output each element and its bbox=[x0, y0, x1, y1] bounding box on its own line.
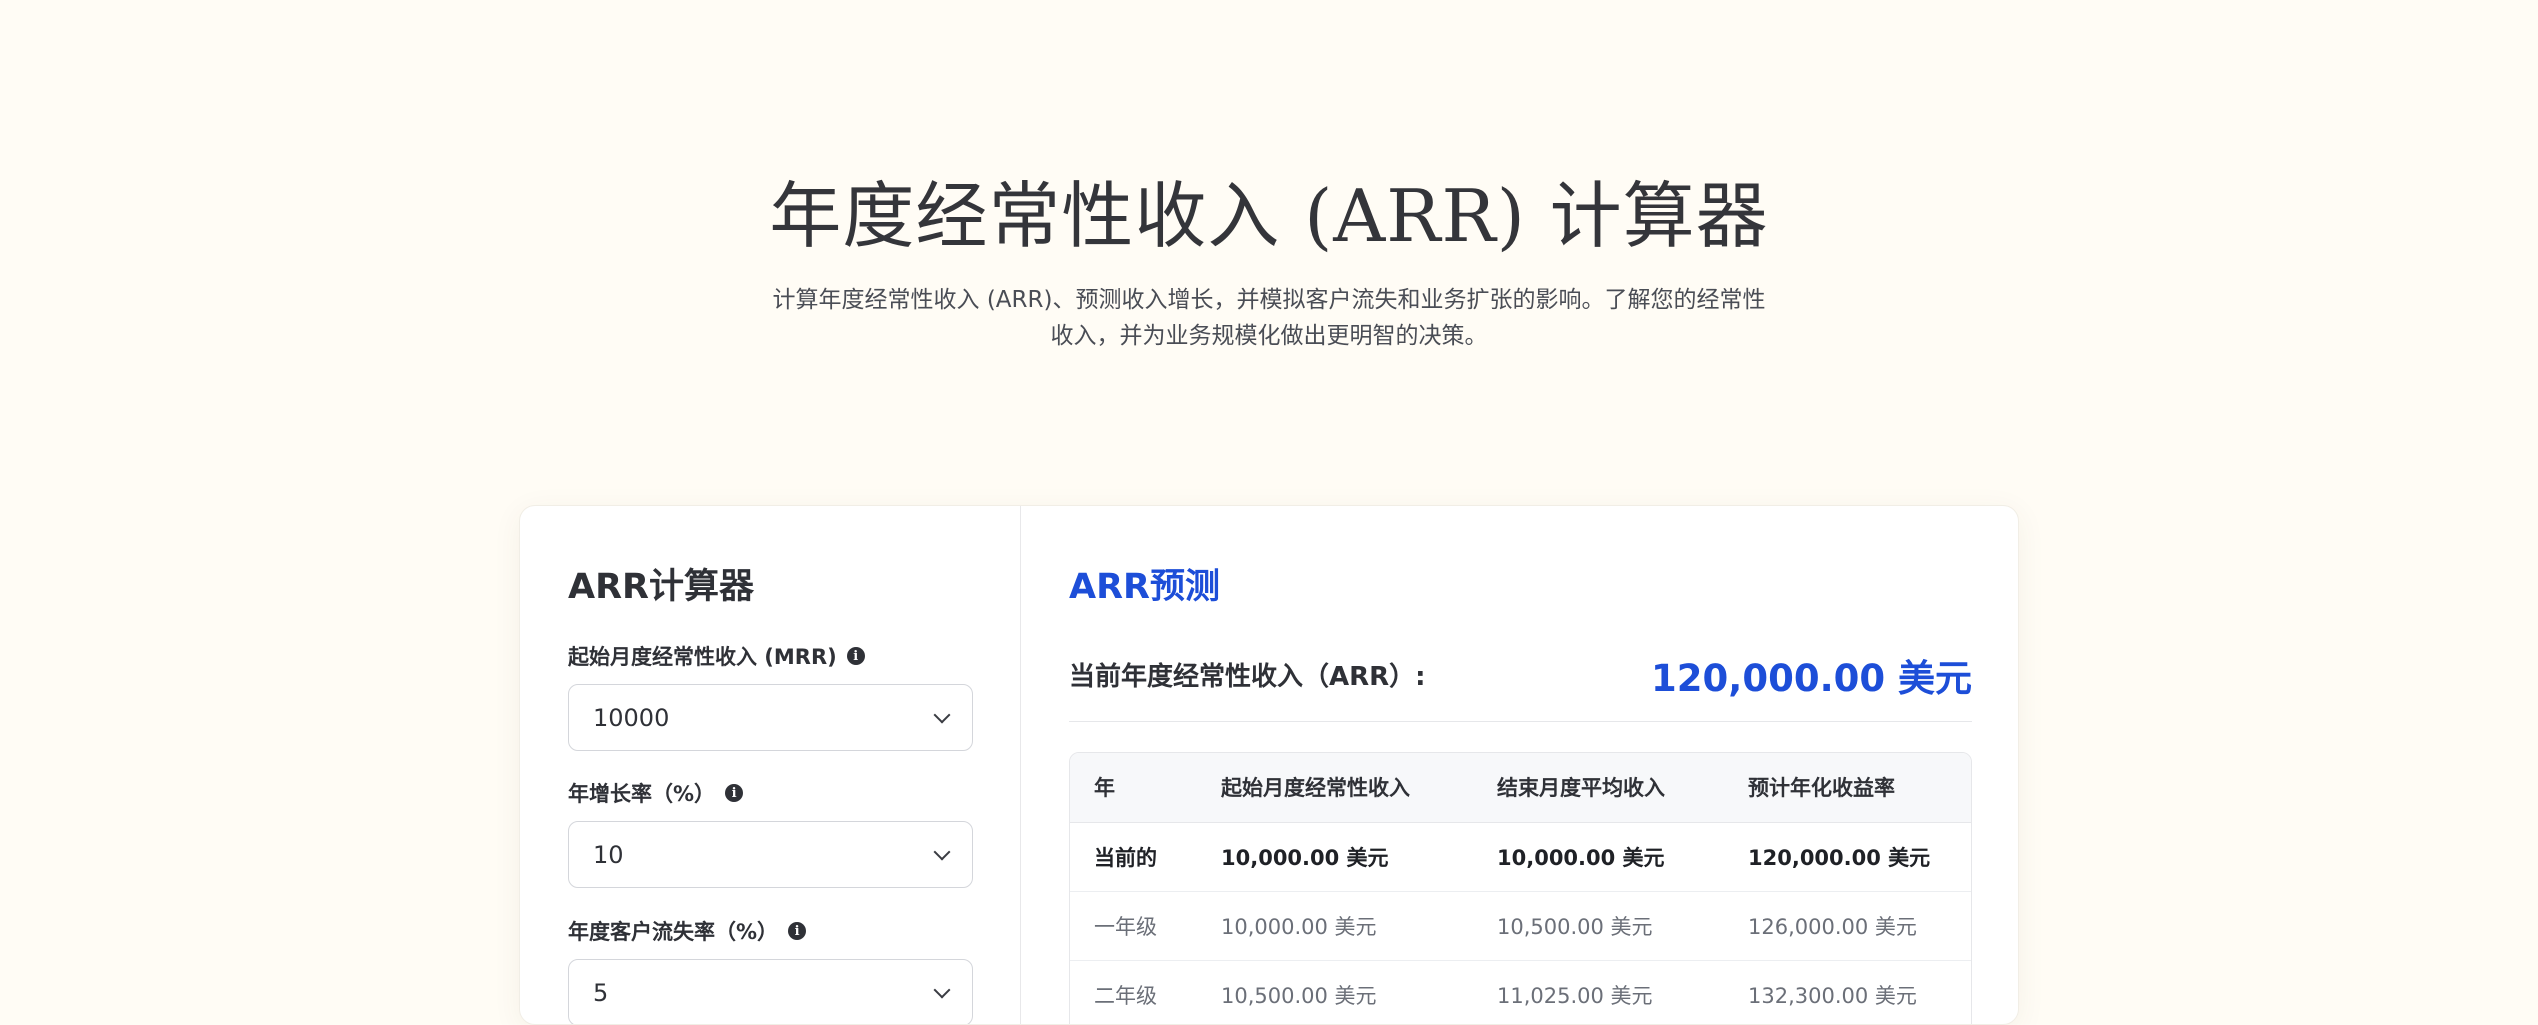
input-panel: ARR计算器 起始月度经常性收入 (MRR) i 10000 年增长率（%） i… bbox=[520, 506, 1021, 1024]
churn-rate-value: 5 bbox=[593, 978, 609, 1007]
cell-end: 11,025.00 美元 bbox=[1473, 960, 1724, 1024]
churn-rate-select[interactable]: 5 bbox=[568, 959, 973, 1024]
cell-arr: 126,000.00 美元 bbox=[1724, 891, 1971, 961]
header-year: 年 bbox=[1070, 753, 1197, 823]
info-icon[interactable]: i bbox=[846, 647, 865, 665]
mrr-label-text: 起始月度经常性收入 (MRR) bbox=[568, 645, 837, 669]
growth-rate-label-text: 年增长率（%） bbox=[568, 782, 716, 806]
mrr-value: 10000 bbox=[593, 703, 670, 732]
info-icon[interactable]: i bbox=[788, 922, 807, 940]
cell-arr: 132,300.00 美元 bbox=[1724, 960, 1971, 1024]
chevron-down-icon bbox=[933, 981, 951, 998]
current-arr-value: 120,000.00 美元 bbox=[1651, 657, 1972, 700]
header-end-mrr: 结束月度平均收入 bbox=[1473, 753, 1724, 823]
current-arr-row: 当前年度经常性收入（ARR）: 120,000.00 美元 bbox=[1069, 616, 1972, 722]
info-icon[interactable]: i bbox=[725, 784, 744, 802]
mrr-label: 起始月度经常性收入 (MRR) i bbox=[568, 641, 865, 671]
cell-start: 10,500.00 美元 bbox=[1197, 960, 1473, 1024]
churn-rate-label: 年度客户流失率（%） i bbox=[568, 916, 807, 946]
calculator-card: ARR计算器 起始月度经常性收入 (MRR) i 10000 年增长率（%） i… bbox=[519, 505, 2019, 1025]
projection-panel: ARR预测 当前年度经常性收入（ARR）: 120,000.00 美元 年 起始… bbox=[1021, 506, 2018, 1024]
current-arr-label: 当前年度经常性收入（ARR）: bbox=[1069, 662, 1426, 692]
header-start-mrr: 起始月度经常性收入 bbox=[1197, 753, 1473, 823]
cell-end: 10,500.00 美元 bbox=[1473, 891, 1724, 961]
header-projected-arr: 预计年化收益率 bbox=[1724, 753, 1971, 823]
projection-table: 年 起始月度经常性收入 结束月度平均收入 预计年化收益率 当前的 10,000.… bbox=[1069, 752, 1972, 1024]
table-row: 二年级 10,500.00 美元 11,025.00 美元 132,300.00… bbox=[1070, 960, 1971, 1024]
growth-rate-value: 10 bbox=[593, 840, 624, 869]
page-description: 计算年度经常性收入 (ARR)、预测收入增长，并模拟客户流失和业务扩张的影响。了… bbox=[772, 287, 1766, 349]
cell-year: 二年级 bbox=[1070, 960, 1197, 1024]
calculator-title: ARR计算器 bbox=[568, 567, 754, 607]
table-row: 一年级 10,000.00 美元 10,500.00 美元 126,000.00… bbox=[1070, 891, 1971, 961]
growth-rate-label: 年增长率（%） i bbox=[568, 778, 744, 808]
table-header-row: 年 起始月度经常性收入 结束月度平均收入 预计年化收益率 bbox=[1070, 753, 1971, 823]
page-title: 年度经常性收入 (ARR) 计算器 bbox=[769, 174, 1769, 258]
chevron-down-icon bbox=[933, 706, 951, 723]
churn-rate-label-text: 年度客户流失率（%） bbox=[568, 920, 779, 944]
table-row: 当前的 10,000.00 美元 10,000.00 美元 120,000.00… bbox=[1070, 822, 1971, 892]
cell-year: 一年级 bbox=[1070, 891, 1197, 961]
cell-end: 10,000.00 美元 bbox=[1473, 822, 1724, 892]
growth-rate-select[interactable]: 10 bbox=[568, 821, 973, 888]
chevron-down-icon bbox=[933, 843, 951, 860]
projection-title: ARR预测 bbox=[1069, 567, 1220, 607]
cell-arr: 120,000.00 美元 bbox=[1724, 822, 1971, 892]
cell-start: 10,000.00 美元 bbox=[1197, 891, 1473, 961]
cell-start: 10,000.00 美元 bbox=[1197, 822, 1473, 892]
mrr-select[interactable]: 10000 bbox=[568, 684, 973, 751]
cell-year: 当前的 bbox=[1070, 822, 1197, 892]
